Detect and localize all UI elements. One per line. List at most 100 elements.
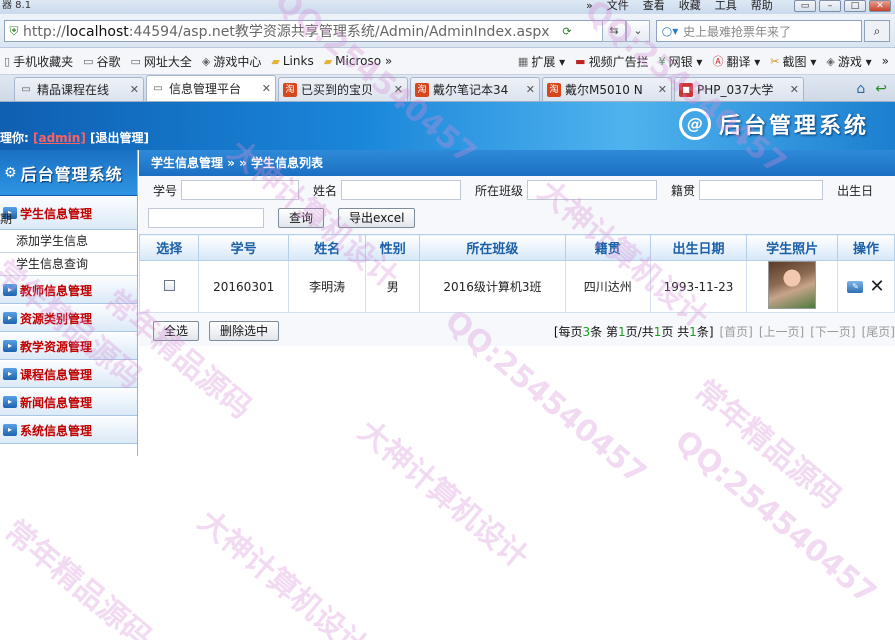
scissors-icon: ✂ xyxy=(770,54,780,68)
gamepad-icon: ◈ xyxy=(201,54,211,68)
restore-icon[interactable]: ▭ xyxy=(794,0,816,12)
pager-last[interactable]: [尾页] xyxy=(862,323,895,340)
sidebar-section-resource-category[interactable]: ▸ 资源类别管理 xyxy=(0,304,137,332)
tab-bar: ▭ 精品课程在线 ✕ ▭ 信息管理平台 ✕ 淘已买到的宝贝 ✕ 淘戴尔笔记本34 ✕ 淘戴尔… xyxy=(0,75,895,102)
native-place-label: 籍贯 xyxy=(671,183,696,198)
student-photo[interactable] xyxy=(768,261,817,309)
birthday-label: 出生日 xyxy=(837,183,874,198)
maximize-icon[interactable]: □ xyxy=(844,0,866,12)
row-checkbox[interactable] xyxy=(163,279,175,291)
table-header-row: 选择 学号 姓名 性别 所在班级 籍贯 出生日期 学生照片 操作 xyxy=(138,234,895,261)
close-icon[interactable]: ✕ xyxy=(869,0,891,12)
refresh-icon[interactable]: ⟳ xyxy=(557,25,577,38)
minimize-icon[interactable]: – xyxy=(819,0,841,12)
tab-php[interactable]: ■ PHP_037大学 ✕ xyxy=(674,77,804,101)
gear-icon: ⚙ xyxy=(4,164,17,181)
bookmark-microsoft[interactable]: ▰ Microso » xyxy=(320,54,399,68)
extensions-button[interactable]: ▦ 扩展 ▾ xyxy=(514,53,571,70)
pager-first[interactable]: [首页] xyxy=(720,323,753,340)
class-input[interactable] xyxy=(527,180,658,200)
tab-close-icon[interactable]: ✕ xyxy=(130,83,139,96)
folder-icon: ▰ xyxy=(271,54,280,68)
student-no-input[interactable] xyxy=(181,180,300,200)
table-row: 20160301 李明涛 男 2016级计算机3班 四川达州 1993-11-2… xyxy=(138,260,895,313)
bookmarks-more[interactable]: » xyxy=(878,54,895,68)
edit-icon[interactable]: ✎ xyxy=(847,280,864,293)
menu-more[interactable]: » xyxy=(586,0,593,12)
back-arrow-icon[interactable]: ↩ xyxy=(875,81,887,97)
tab-close-icon[interactable]: ✕ xyxy=(262,82,271,95)
page-icon: ▭ xyxy=(83,54,94,68)
translate-button[interactable]: Ⓐ 翻译 ▾ xyxy=(708,53,766,70)
screenshot-button[interactable]: ✂ 截图 ▾ xyxy=(766,53,822,70)
menu-view[interactable]: 查看 xyxy=(643,0,665,12)
watermark-text: 大神计算机设计 xyxy=(191,503,375,640)
cell-gender: 男 xyxy=(365,260,421,313)
sidebar-section-course[interactable]: ▸ 课程信息管理 xyxy=(0,360,137,388)
tab-close-icon[interactable]: ✕ xyxy=(526,83,535,96)
film-icon: ▬ xyxy=(575,54,586,68)
query-button[interactable]: 查询 xyxy=(278,208,325,228)
game-button[interactable]: ◈ 游戏 ▾ xyxy=(822,53,877,70)
adblock-button[interactable]: ▬ 视频广告拦 xyxy=(571,53,654,70)
birthday-input[interactable] xyxy=(148,208,265,228)
address-input[interactable]: ⛨ http://localhost:44594/asp.net教学资源共享管理… xyxy=(4,20,620,42)
sidebar-section-teacher[interactable]: ▸ 教师信息管理 xyxy=(0,276,137,304)
tab-close-icon[interactable]: ✕ xyxy=(658,83,667,96)
bookmarks-bar: ▯ 手机收藏夹 ▭ 谷歌 ▭ 网址大全 ◈ 游戏中心 ▰ Links ▰ Microso »… xyxy=(0,48,895,75)
menu-tools[interactable]: 工具 xyxy=(715,0,737,12)
bookmark-phone[interactable]: ▯ 手机收藏夹 xyxy=(0,53,79,70)
phone-icon: ▯ xyxy=(4,54,11,68)
pager-next[interactable]: [下一页] xyxy=(810,323,855,340)
sidebar-header: ⚙ 后台管理系统 xyxy=(0,150,137,196)
col-birthday: 出生日期 xyxy=(649,234,748,261)
brand-name: 后台管理系统 xyxy=(718,114,869,139)
shield-icon: ⛨ xyxy=(9,23,19,38)
col-select: 选择 xyxy=(138,234,200,261)
export-excel-button[interactable]: 导出excel xyxy=(338,208,416,228)
sidebar-section-system[interactable]: ▸ 系统信息管理 xyxy=(0,416,137,444)
bookmark-games[interactable]: ◈ 游戏中心 xyxy=(198,53,267,70)
tab-dell-m5010[interactable]: 淘戴尔M5010 N ✕ xyxy=(542,77,672,101)
tab-course[interactable]: ▭ 精品课程在线 ✕ xyxy=(14,77,144,101)
tab-purchased[interactable]: 淘已买到的宝贝 ✕ xyxy=(278,77,408,101)
tab-info-platform[interactable]: ▭ 信息管理平台 ✕ xyxy=(146,75,276,101)
sidebar-item-add-student[interactable]: 添加学生信息 xyxy=(0,230,137,253)
bookmark-sites[interactable]: ▭ 网址大全 xyxy=(127,53,198,70)
tab-close-icon[interactable]: ✕ xyxy=(394,83,403,96)
admin-link[interactable]: [admin] xyxy=(33,131,86,145)
bookmark-google[interactable]: ▭ 谷歌 xyxy=(79,53,126,70)
page-icon: ▭ xyxy=(21,83,31,95)
menu-favorites[interactable]: 收藏 xyxy=(679,0,701,12)
menu-file[interactable]: 文件 xyxy=(607,0,629,12)
yen-icon: ¥ xyxy=(658,54,666,68)
pager-prev[interactable]: [上一页] xyxy=(759,323,804,340)
folder-icon: ▸ xyxy=(3,284,17,296)
bookmark-links[interactable]: ▰ Links xyxy=(267,54,319,68)
delete-icon[interactable]: ✕ xyxy=(869,277,884,295)
search-input[interactable]: ○▾ 史上最难抢票年来了 xyxy=(656,20,862,42)
watermark-text: 常年精品源码 xyxy=(0,513,158,640)
menu-help[interactable]: 帮助 xyxy=(751,0,773,12)
bank-button[interactable]: ¥ 网银 ▾ xyxy=(655,53,709,70)
compat-icon[interactable]: ⇆ xyxy=(602,20,626,42)
app-header: 理你: [admin] [退出管理] @ 后台管理系统 xyxy=(0,102,895,150)
page-icon: ▭ xyxy=(153,82,163,94)
col-gender: 性别 xyxy=(365,234,421,261)
sidebar-section-teaching-resource[interactable]: ▸ 教学资源管理 xyxy=(0,332,137,360)
sidebar-section-news[interactable]: ▸ 新闻信息管理 xyxy=(0,388,137,416)
search-engine-icon[interactable]: ○▾ xyxy=(657,24,683,38)
home-icon[interactable]: ⌂ xyxy=(856,81,865,97)
search-icon[interactable]: ⌕ xyxy=(864,20,890,42)
select-all-button[interactable]: 全选 xyxy=(153,321,200,341)
tab-dell-laptop[interactable]: 淘戴尔笔记本34 ✕ xyxy=(410,77,540,101)
watermark-text: 常年精品源码 xyxy=(687,373,848,516)
sidebar-item-query-student[interactable]: 学生信息查询 xyxy=(0,253,137,276)
tab-close-icon[interactable]: ✕ xyxy=(790,83,799,96)
dropdown-icon[interactable]: ⌄ xyxy=(626,20,650,42)
logout-link[interactable]: [退出管理] xyxy=(90,131,149,145)
name-input[interactable] xyxy=(341,180,462,200)
native-place-input[interactable] xyxy=(699,180,824,200)
delete-selected-button[interactable]: 删除选中 xyxy=(209,321,280,341)
url-text[interactable]: http://localhost:44594/asp.net教学资源共享管理系统… xyxy=(23,21,557,41)
